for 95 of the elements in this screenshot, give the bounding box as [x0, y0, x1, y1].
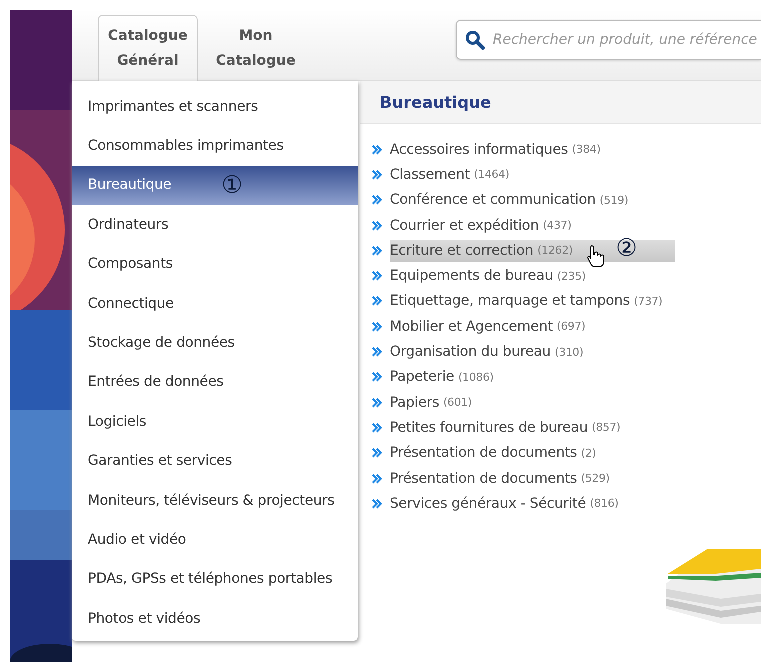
chevron-icon	[372, 170, 382, 180]
item-count: (437)	[543, 219, 572, 232]
subcategory-link[interactable]: Classement (1464)	[390, 164, 510, 186]
menu-item-label: Photos et vidéos	[88, 610, 201, 627]
menu-item-label: Consommables imprimantes	[88, 138, 284, 154]
menu-item-label: Bureautique	[88, 177, 172, 194]
subcategory-link[interactable]: Présentation de documents (2)	[390, 442, 596, 464]
item-count: (1262)	[538, 244, 573, 258]
menu-item-label: Imprimantes et scanners	[88, 98, 258, 115]
subcategory-link[interactable]: Papiers (601)	[390, 392, 472, 414]
item-count: (857)	[592, 421, 621, 434]
menu-item[interactable]: Imprimantes et scanners	[72, 87, 358, 126]
subcategory-label: Etiquettage, marquage et tampons	[390, 293, 630, 310]
subcategory-link[interactable]: Petites fournitures de bureau (857)	[390, 416, 621, 439]
menu-item[interactable]: Moniteurs, téléviseurs & projecteurs	[72, 480, 358, 520]
subcategory-label: Equipements de bureau	[390, 268, 554, 284]
subcategory-label: Mobilier et Agencement	[390, 318, 554, 335]
callout-number: ①	[222, 173, 243, 198]
catalogue-tab[interactable]: Mon Catalogue	[206, 15, 306, 81]
chevron-icon	[372, 372, 382, 382]
menu-item[interactable]: Garanties et services	[72, 442, 358, 481]
menu-item[interactable]: Photos et vidéos	[72, 599, 358, 638]
chevron-icon	[372, 246, 382, 256]
chevron-icon	[372, 144, 382, 155]
subcategory-link[interactable]: Etiquettage, marquage et tampons (737)	[390, 290, 663, 312]
item-count: (310)	[554, 346, 584, 359]
search-field[interactable]: Rechercher un produit, une référence	[491, 31, 761, 49]
catalogue-tab[interactable]: Catalogue Général	[98, 15, 198, 81]
item-count: (519)	[600, 194, 628, 207]
chevron-icon	[372, 422, 382, 433]
subcategory-link[interactable]: Equipements de bureau (235)	[390, 265, 586, 288]
item-count: (235)	[557, 270, 586, 283]
subcategory-label: Courrier et expédition	[390, 218, 540, 234]
menu-item[interactable]: Composants	[72, 244, 358, 284]
menu-item[interactable]: Bureautique ①	[72, 166, 358, 206]
subcategory-link[interactable]: Papeterie (1086)	[390, 366, 494, 388]
menu-item-label: Entrées de données	[88, 374, 224, 390]
subcategory-label: Présentation de documents	[390, 470, 578, 486]
subcategory-link[interactable]: Accessoires informatiques (384)	[390, 138, 601, 161]
chevron-icon	[372, 398, 382, 408]
menu-item-label: Garanties et services	[88, 453, 232, 470]
subcategory-link[interactable]: Services généraux - Sécurité (816)	[390, 492, 619, 515]
item-count: (2)	[581, 446, 596, 460]
item-count: (529)	[581, 472, 610, 485]
subcategory-label: Papeterie	[390, 369, 454, 386]
panel-title: Bureautique	[380, 92, 492, 112]
menu-item-label: Connectique	[88, 296, 174, 312]
item-count: (601)	[443, 396, 472, 410]
chevron-icon	[372, 322, 382, 332]
subcategory-link[interactable]: Mobilier et Agencement (697)	[390, 316, 586, 338]
menu-item[interactable]: PDAs, GPSs et téléphones portables	[72, 560, 358, 600]
subcategory-link[interactable]: Organisation du bureau (310)	[390, 341, 584, 364]
item-count: (816)	[590, 497, 619, 510]
menu-item-label: PDAs, GPSs et téléphones portables	[88, 571, 333, 588]
subcategory-label: Ecriture et correction	[390, 242, 534, 259]
search-icon	[465, 30, 485, 50]
subcategory-link[interactable]: Conférence et communication (519)	[390, 189, 628, 212]
menu-item[interactable]: Entrées de données	[72, 362, 358, 402]
subcategory-label: Papiers	[390, 394, 440, 411]
chevron-icon	[372, 347, 382, 358]
item-count: (1086)	[458, 370, 494, 384]
chevron-icon	[372, 220, 382, 231]
chevron-icon	[372, 498, 382, 509]
subcategory-label: Classement	[390, 166, 470, 183]
menu-item-label: Stockage de données	[88, 335, 235, 352]
subcategory-label: Petites fournitures de bureau	[390, 420, 588, 436]
menu-item[interactable]: Stockage de données	[72, 323, 358, 363]
subcategory-label: Présentation de documents	[390, 445, 578, 462]
search-bar[interactable]: Rechercher un produit, une référence	[456, 20, 761, 60]
menu-item-label: Moniteurs, téléviseurs & projecteurs	[88, 492, 335, 509]
item-count: (737)	[634, 294, 663, 308]
menu-item[interactable]: Ordinateurs	[72, 205, 358, 245]
subcategory-link[interactable]: Présentation de documents (529)	[390, 468, 610, 490]
subcategory-label: Services généraux - Sécurité	[390, 496, 586, 512]
subcategory-label: Accessoires informatiques	[390, 142, 568, 158]
item-count: (384)	[572, 143, 601, 156]
hand-cursor-icon	[586, 244, 606, 268]
menu-item-label: Composants	[88, 256, 173, 272]
item-count: (697)	[557, 320, 586, 334]
subcategory-link[interactable]: Courrier et expédition (437)	[390, 214, 572, 237]
subcategory-label: Conférence et communication	[390, 192, 596, 208]
menu-item[interactable]: Consommables imprimantes	[72, 126, 358, 166]
chevron-icon	[372, 195, 382, 206]
chevron-icon	[372, 448, 382, 458]
subcategory-label: Organisation du bureau	[390, 344, 551, 360]
chevron-icon	[372, 474, 382, 484]
menu-item-label: Ordinateurs	[88, 216, 169, 233]
item-count: (1464)	[474, 168, 510, 182]
menu-item-label: Logiciels	[88, 414, 146, 430]
menu-item-label: Audio et vidéo	[88, 532, 186, 548]
chevron-icon	[372, 271, 382, 282]
menu-item[interactable]: Audio et vidéo	[72, 520, 358, 560]
menu-item[interactable]: Connectique	[72, 284, 358, 324]
chevron-icon	[372, 296, 382, 306]
menu-item[interactable]: Logiciels	[72, 402, 358, 442]
